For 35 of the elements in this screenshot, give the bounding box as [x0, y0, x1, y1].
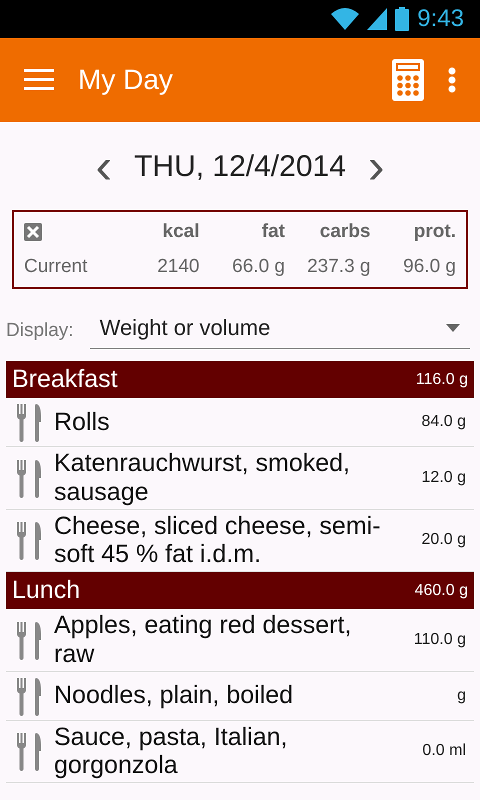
next-day-button[interactable]: ›: [362, 141, 391, 191]
column-header: fat: [262, 221, 285, 242]
food-row[interactable]: Sauce, pasta, Italian, gorgonzola 0.0 ml: [6, 720, 474, 783]
summary-value: 96.0 g: [403, 256, 456, 276]
food-name: Noodles, plain, boiled: [54, 681, 294, 710]
food-amount: g: [457, 686, 466, 706]
previous-day-button[interactable]: ‹: [89, 141, 118, 191]
food-name: Katenrauchwurst, smoked, sausage: [54, 449, 351, 506]
food-amount: 12.0 g: [422, 468, 466, 488]
food-amount: 84.0 g: [422, 412, 466, 432]
food-row[interactable]: Katenrauchwurst, smoked, sausage 12.0 g: [6, 447, 474, 510]
food-name: Sauce, pasta, Italian, gorgonzola: [54, 722, 288, 780]
food-row[interactable]: Rolls 84.0 g: [6, 398, 474, 447]
summary-value: 2140: [157, 256, 200, 276]
date-label: THU, 12/4/2014: [134, 148, 346, 184]
food-name: Apples, eating red dessert, raw: [54, 611, 352, 668]
food-row[interactable]: Apples, eating red dessert, raw 110.0 g: [6, 609, 474, 672]
meal-header[interactable]: Lunch 460.0 g: [6, 572, 474, 609]
clock: 9:43: [417, 4, 464, 34]
summary-value: 237.3 g: [307, 256, 370, 276]
app-title: My Day: [78, 63, 174, 97]
food-name: Cheese, sliced cheese, semi-soft 45 % fat i.d.m.: [54, 512, 382, 569]
summary-value: 66.0 g: [232, 256, 285, 276]
column-header: carbs: [320, 221, 370, 242]
display-label: Display:: [6, 318, 74, 342]
row-label: Current: [24, 256, 88, 276]
display-dropdown[interactable]: Weight or volume: [90, 309, 470, 349]
meal-header[interactable]: Breakfast 116.0 g: [6, 361, 474, 398]
column-header: kcal: [162, 221, 200, 242]
food-name: Rolls: [54, 408, 111, 436]
food-amount: 0.0 ml: [422, 741, 466, 762]
food-row[interactable]: Noodles, plain, boiled g: [6, 672, 474, 720]
food-amount: 110.0 g: [414, 630, 466, 650]
column-header: prot.: [414, 221, 456, 242]
food-amount: 20.0 g: [422, 530, 466, 550]
